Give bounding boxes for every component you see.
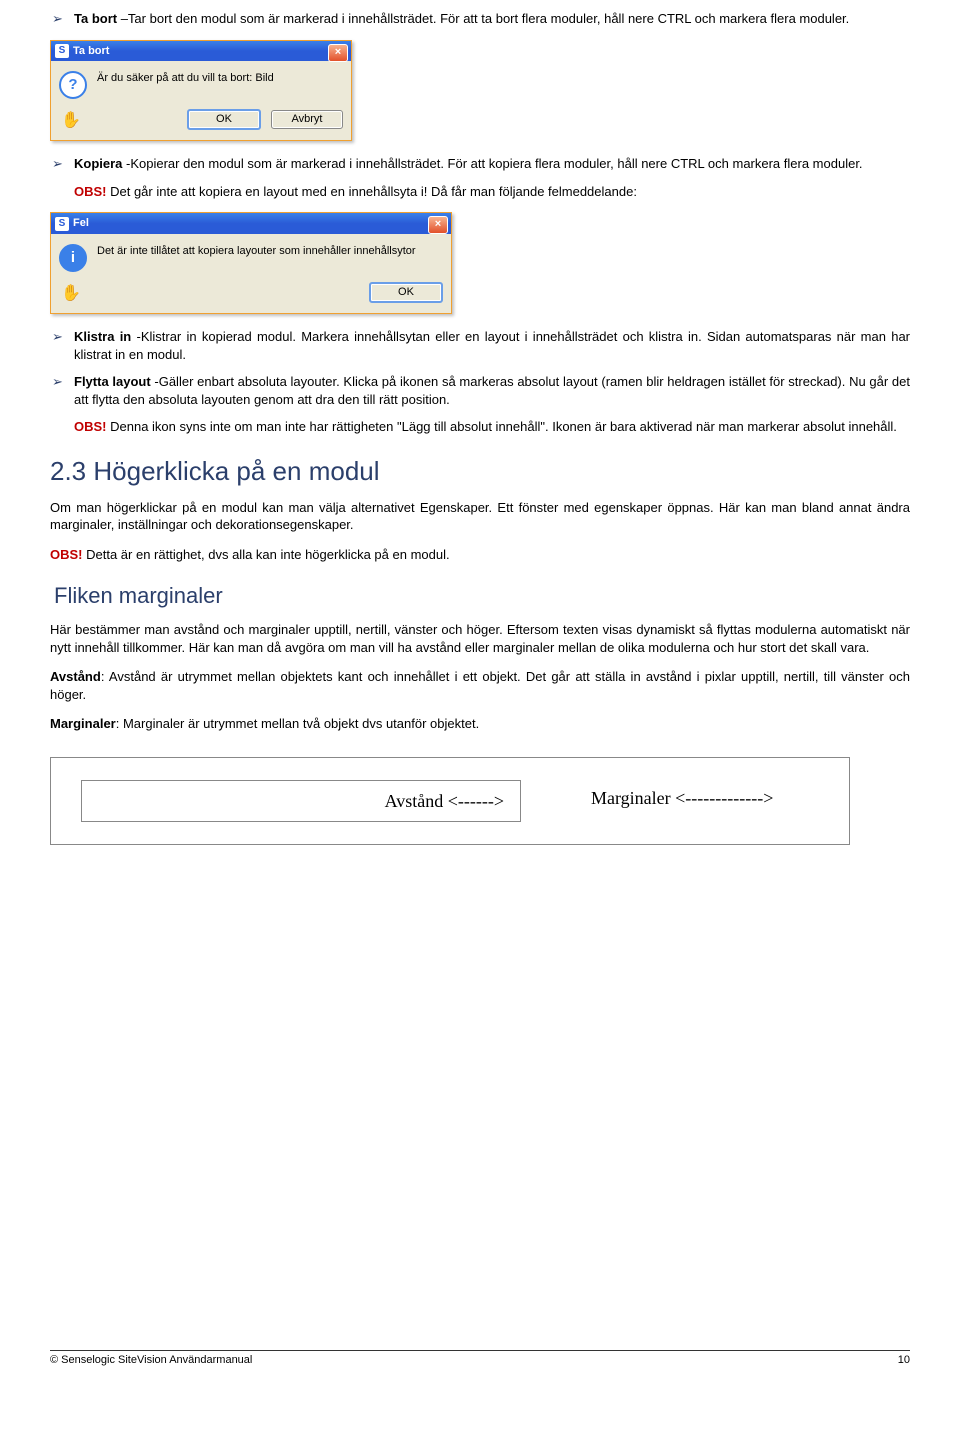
- avstand-label: Avstånd: [50, 669, 101, 684]
- fliken-p1: Här bestämmer man avstånd och marginaler…: [50, 621, 910, 656]
- cancel-button[interactable]: Avbryt: [271, 110, 343, 129]
- obs-label: OBS!: [74, 419, 107, 434]
- close-icon[interactable]: ×: [428, 216, 448, 234]
- hand-icon: ✋: [59, 110, 83, 130]
- diagram-avstand-label: Avstånd <------>: [385, 791, 504, 811]
- section23-p1: Om man högerklickar på en modul kan man …: [50, 499, 910, 534]
- hand-icon: ✋: [59, 283, 83, 303]
- bullet-tabort-text: –Tar bort den modul som är markerad i in…: [117, 11, 849, 26]
- dialog-icon: S: [55, 217, 69, 231]
- dialog-fel: S Fel × i Det är inte tillåtet att kopie…: [50, 212, 452, 314]
- bullet-kopiera: Kopiera -Kopierar den modul som är marke…: [50, 155, 910, 200]
- marginaler-text: : Marginaler är utrymmet mellan två obje…: [116, 716, 479, 731]
- heading-fliken: Fliken marginaler: [54, 581, 910, 611]
- page-footer: © Senselogic SiteVision Användarmanual 1…: [50, 1350, 910, 1368]
- bullet-flytta-obs: OBS! Denna ikon syns inte om man inte ha…: [74, 418, 910, 436]
- dialog-fel-buttons: ✋ OK: [51, 280, 451, 313]
- dialog-fel-titlebar: S Fel ×: [51, 213, 451, 234]
- bullet-kopiera-text: -Kopierar den modul som är markerad i in…: [122, 156, 862, 171]
- avstand-text: : Avstånd är utrymmet mellan objektets k…: [50, 669, 910, 702]
- diagram-marginaler-label: Marginaler <------------->: [591, 786, 773, 810]
- dialog-tabort-message: Är du säker på att du vill ta bort: Bild: [97, 71, 274, 86]
- footer-page-number: 10: [898, 1353, 910, 1368]
- dialog-tabort-titlebar: S Ta bort ×: [51, 41, 351, 62]
- marginaler-label: Marginaler: [50, 716, 116, 731]
- footer-left: © Senselogic SiteVision Användarmanual: [50, 1353, 252, 1368]
- question-icon: ?: [59, 71, 87, 99]
- bullet-tabort-title: Ta bort: [74, 11, 117, 26]
- bullet-klistra-title: Klistra in: [74, 329, 131, 344]
- bullet-flytta: Flytta layout -Gäller enbart absoluta la…: [50, 373, 910, 436]
- diagram-inner-box: Avstånd <------>: [81, 780, 521, 822]
- bullet-list-top: Ta bort –Tar bort den modul som är marke…: [50, 10, 910, 28]
- dialog-fel-body: i Det är inte tillåtet att kopiera layou…: [51, 234, 451, 280]
- info-icon: i: [59, 244, 87, 272]
- bullet-list-lower: Klistra in -Klistrar in kopierad modul. …: [50, 328, 910, 436]
- margin-diagram: Avstånd <------> Marginaler <-----------…: [50, 757, 850, 845]
- obs-label: OBS!: [50, 547, 83, 562]
- heading-2-3: 2.3 Högerklicka på en modul: [50, 454, 910, 489]
- bullet-klistra-text: -Klistrar in kopierad modul. Markera inn…: [74, 329, 910, 362]
- bullet-list-kopiera: Kopiera -Kopierar den modul som är marke…: [50, 155, 910, 200]
- dialog-fel-title: Fel: [73, 216, 89, 231]
- fliken-marginaler: Marginaler: Marginaler är utrymmet mella…: [50, 715, 910, 733]
- bullet-kopiera-obs: OBS! Det går inte att kopiera en layout …: [74, 183, 910, 201]
- obs-text: Det går inte att kopiera en layout med e…: [107, 184, 637, 199]
- bullet-flytta-text: -Gäller enbart absoluta layouter. Klicka…: [74, 374, 910, 407]
- obs-text: Detta är en rättighet, dvs alla kan inte…: [83, 547, 450, 562]
- dialog-fel-message: Det är inte tillåtet att kopiera layoute…: [97, 244, 416, 259]
- bullet-klistra: Klistra in -Klistrar in kopierad modul. …: [50, 328, 910, 363]
- bullet-tabort: Ta bort –Tar bort den modul som är marke…: [50, 10, 910, 28]
- section23-obs: OBS! Detta är en rättighet, dvs alla kan…: [50, 546, 910, 564]
- dialog-tabort: S Ta bort × ? Är du säker på att du vill…: [50, 40, 352, 142]
- dialog-tabort-title: Ta bort: [73, 44, 109, 59]
- dialog-tabort-body: ? Är du säker på att du vill ta bort: Bi…: [51, 61, 351, 107]
- bullet-kopiera-title: Kopiera: [74, 156, 122, 171]
- fliken-avstand: Avstånd: Avstånd är utrymmet mellan obje…: [50, 668, 910, 703]
- ok-button[interactable]: OK: [187, 109, 261, 130]
- obs-label: OBS!: [74, 184, 107, 199]
- dialog-tabort-buttons: ✋ OK Avbryt: [51, 107, 351, 140]
- close-icon[interactable]: ×: [328, 44, 348, 62]
- bullet-flytta-title: Flytta layout: [74, 374, 151, 389]
- ok-button[interactable]: OK: [369, 282, 443, 303]
- dialog-icon: S: [55, 44, 69, 58]
- obs-text: Denna ikon syns inte om man inte har rät…: [107, 419, 897, 434]
